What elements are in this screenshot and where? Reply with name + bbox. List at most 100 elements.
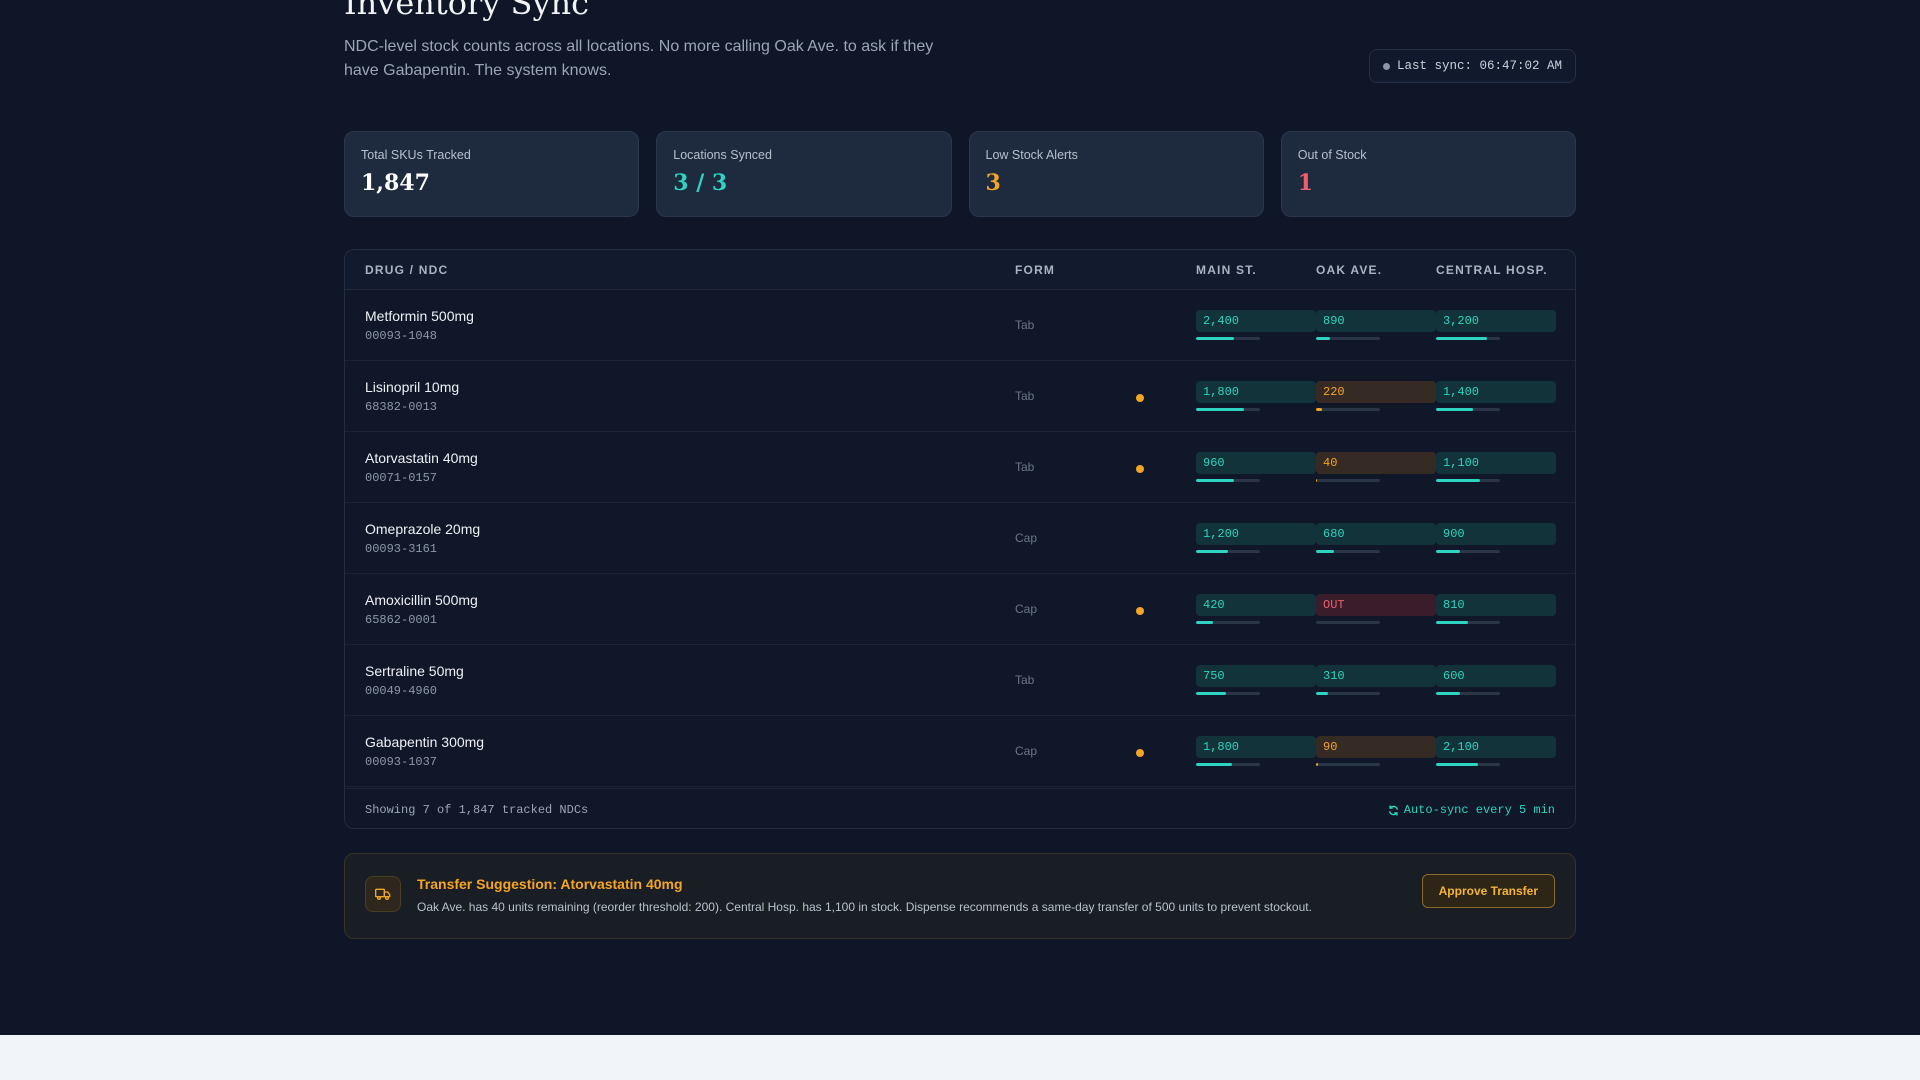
stock-count-badge: 90 [1316, 736, 1436, 758]
stock-level-bar [1196, 408, 1260, 411]
table-row-atorvastatin-40mg[interactable]: Atorvastatin 40mg 00071-0157 Tab 960 40 1,100 [345, 432, 1575, 503]
table-row-gabapentin-300mg[interactable]: Gabapentin 300mg 00093-1037 Cap 1,800 90 2,10… [345, 716, 1575, 787]
stock-count-badge: 1,400 [1436, 381, 1556, 403]
stock-cell-central-hosp: 3,200 [1436, 310, 1556, 340]
stock-cell-oak-ave: 310 [1316, 665, 1436, 695]
column-header-drug: DRUG / NDC [365, 263, 449, 277]
stock-cell-oak-ave: 890 [1316, 310, 1436, 340]
stock-cell-oak-ave: 40 [1316, 452, 1436, 482]
transfer-description: Oak Ave. has 40 units remaining (reorder… [417, 900, 1312, 914]
stat-label: Total SKUs Tracked [361, 148, 471, 162]
stock-level-fill [1436, 763, 1479, 766]
stat-label: Low Stock Alerts [985, 148, 1078, 162]
stock-cell-main-st: 960 [1196, 452, 1316, 482]
approve-transfer-button[interactable]: Approve Transfer [1421, 874, 1555, 908]
stock-level-bar [1196, 692, 1260, 695]
stock-cell-central-hosp: 600 [1436, 665, 1556, 695]
stock-count-badge: 3,200 [1436, 310, 1556, 332]
stock-level-bar [1436, 550, 1500, 553]
last-sync-status: Last sync: 06:47:02 AM [1368, 49, 1576, 83]
drug-ndc: 00093-1048 [365, 329, 438, 343]
stock-level-fill [1436, 621, 1468, 624]
drug-name: Sertraline 50mg [365, 663, 464, 679]
last-sync-label: Last sync: 06:47:02 AM [1396, 59, 1562, 73]
drug-ndc: 68382-0013 [365, 400, 438, 414]
stock-level-fill [1316, 692, 1329, 695]
stock-count-badge: 960 [1196, 452, 1316, 474]
drug-form: Cap [1015, 602, 1038, 616]
table-row-omeprazole-20mg[interactable]: Omeprazole 20mg 00093-3161 Cap 1,200 680 900 [345, 503, 1575, 574]
drug-name: Amoxicillin 500mg [365, 592, 478, 608]
stock-level-fill [1316, 479, 1318, 482]
sync-status-dot [1382, 62, 1390, 70]
stock-count-badge: 220 [1316, 381, 1436, 403]
stat-label: Locations Synced [673, 148, 772, 162]
transfer-suggestion-card: Transfer Suggestion: Atorvastatin 40mg O… [344, 853, 1576, 939]
stock-level-fill [1436, 550, 1460, 553]
table-row-amoxicillin-500mg[interactable]: Amoxicillin 500mg 65862-0001 Cap 420 OUT 810 [345, 574, 1575, 645]
drug-name: Metformin 500mg [365, 308, 474, 324]
stock-cell-main-st: 750 [1196, 665, 1316, 695]
stock-cell-oak-ave: 90 [1316, 736, 1436, 766]
stock-level-fill [1196, 621, 1213, 624]
drug-form: Cap [1015, 744, 1038, 758]
stock-level-fill [1316, 763, 1318, 766]
stock-level-fill [1316, 337, 1331, 340]
stock-level-bar [1316, 408, 1380, 411]
stock-count-badge: 2,100 [1436, 736, 1556, 758]
stock-count-badge: 1,100 [1436, 452, 1556, 474]
stock-level-bar [1316, 479, 1380, 482]
drug-form: Tab [1015, 389, 1035, 403]
stock-cell-oak-ave: 220 [1316, 381, 1436, 411]
stat-label: Out of Stock [1297, 148, 1367, 162]
stock-count-badge: 890 [1316, 310, 1436, 332]
stock-level-fill [1436, 692, 1460, 695]
stock-level-bar [1436, 337, 1500, 340]
auto-sync-text: Auto-sync every 5 min [1403, 803, 1555, 817]
stock-level-bar [1196, 337, 1260, 340]
stock-level-bar [1436, 763, 1500, 766]
page-title: Inventory Sync [344, 0, 590, 22]
stock-cell-main-st: 1,800 [1196, 736, 1316, 766]
page-bottom-strip [0, 1035, 1920, 1080]
stat-card-low-stock-alerts: Low Stock Alerts 3 [968, 131, 1264, 217]
low-stock-alert-dot [1136, 394, 1144, 402]
stock-level-bar [1436, 692, 1500, 695]
stat-card-total-skus: Total SKUs Tracked 1,847 [344, 131, 640, 217]
stock-count-badge: 40 [1316, 452, 1436, 474]
column-header-form: FORM [1015, 263, 1056, 277]
stat-value: 3 / 3 [673, 170, 728, 196]
stock-count-badge: OUT [1316, 594, 1436, 616]
stock-level-bar [1196, 621, 1260, 624]
stock-level-bar [1436, 479, 1500, 482]
stock-level-bar [1196, 479, 1260, 482]
stock-level-fill [1436, 408, 1474, 411]
stock-count-badge: 600 [1436, 665, 1556, 687]
stock-level-fill [1196, 337, 1235, 340]
stock-count-badge: 1,800 [1196, 736, 1316, 758]
column-header-central-hosp: CENTRAL HOSP. [1436, 263, 1548, 277]
stock-cell-central-hosp: 1,100 [1436, 452, 1556, 482]
stat-card-locations-synced: Locations Synced 3 / 3 [656, 131, 952, 217]
drug-name: Gabapentin 300mg [365, 734, 485, 750]
stock-count-badge: 1,800 [1196, 381, 1316, 403]
stock-level-bar [1436, 408, 1500, 411]
refresh-icon [1388, 804, 1398, 816]
stock-level-bar [1196, 763, 1260, 766]
table-row-sertraline-50mg[interactable]: Sertraline 50mg 00049-4960 Tab 750 310 600 [345, 645, 1575, 716]
stats-row: Total SKUs Tracked 1,847 Locations Synce… [344, 131, 1576, 217]
column-header-main-st: MAIN ST. [1196, 263, 1257, 277]
drug-ndc: 00093-1037 [365, 755, 438, 769]
transfer-title: Transfer Suggestion: Atorvastatin 40mg [417, 876, 683, 892]
stock-level-bar [1436, 621, 1500, 624]
stock-level-bar [1316, 337, 1380, 340]
stock-level-bar [1316, 763, 1380, 766]
low-stock-alert-dot [1136, 607, 1144, 615]
drug-ndc: 00071-0157 [365, 471, 438, 485]
stat-value: 1,847 [361, 170, 430, 196]
table-row-metformin-500mg[interactable]: Metformin 500mg 00093-1048 Tab 2,400 890 3,20… [345, 290, 1575, 361]
table-row-lisinopril-10mg[interactable]: Lisinopril 10mg 68382-0013 Tab 1,800 220 1,40… [345, 361, 1575, 432]
stock-level-fill [1316, 550, 1334, 553]
stock-count-badge: 420 [1196, 594, 1316, 616]
page-subtitle: NDC-level stock counts across all locati… [344, 38, 934, 79]
